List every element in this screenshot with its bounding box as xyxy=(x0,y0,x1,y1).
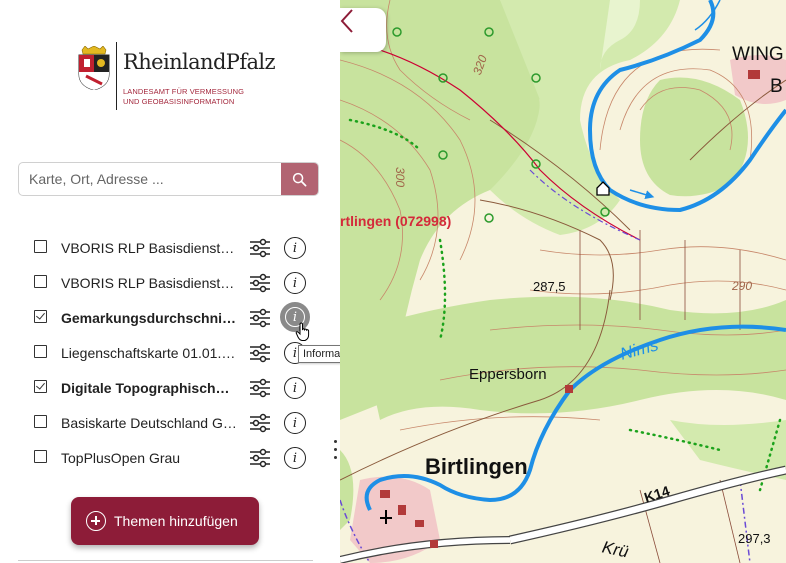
divider xyxy=(18,560,313,561)
search-icon xyxy=(292,172,307,186)
map-view[interactable]: rtlingen (072998) Birtlingen Eppersborn … xyxy=(340,0,786,563)
layer-settings-icon[interactable] xyxy=(248,236,272,260)
layer-label[interactable]: Basiskarte Deutschland G… xyxy=(61,415,237,431)
info-tooltip: Informationen zum Datensatz anzeigen xyxy=(298,345,340,363)
hand-cursor-icon xyxy=(295,322,310,341)
sidebar-resize-handle[interactable] xyxy=(334,440,338,466)
chevron-left-icon xyxy=(340,9,353,33)
add-themes-label: Themen hinzufügen xyxy=(114,513,238,529)
map-label-town: Birtlingen xyxy=(425,454,528,479)
layer-item: TopPlusOpen Grau i xyxy=(0,441,340,476)
layer-checkbox[interactable] xyxy=(34,275,47,288)
rlp-logo: RheinlandPfalz LANDESAMT FÜR VERMESSUNG … xyxy=(76,42,276,112)
layer-info-icon[interactable]: i xyxy=(284,237,306,259)
layer-item: VBORIS RLP Basisdienst 2… i xyxy=(0,266,340,301)
collapse-sidebar-button[interactable] xyxy=(340,8,386,52)
layer-settings-icon[interactable] xyxy=(248,376,272,400)
layer-info-icon[interactable]: i xyxy=(284,377,306,399)
layer-item: VBORIS RLP Basisdienst 2… i xyxy=(0,231,340,266)
brand-subtitle: LANDESAMT FÜR VERMESSUNG UND GEOBASISINF… xyxy=(123,87,245,106)
layer-settings-icon[interactable] xyxy=(248,446,272,470)
map-label-gemarkung: rtlingen (072998) xyxy=(340,213,452,229)
layer-settings-icon[interactable] xyxy=(248,271,272,295)
layer-label[interactable]: Liegenschaftskarte 01.01.… xyxy=(61,345,237,361)
add-themes-button[interactable]: Themen hinzufügen xyxy=(71,497,259,545)
layer-item: Liegenschaftskarte 01.01.… i xyxy=(0,336,340,371)
layer-label[interactable]: TopPlusOpen Grau xyxy=(61,450,237,466)
map-label-wing: WING xyxy=(732,44,784,65)
search-box xyxy=(18,162,319,196)
layer-checkbox[interactable] xyxy=(34,450,47,463)
layer-checkbox[interactable] xyxy=(34,240,47,253)
contour-label: 290 xyxy=(732,279,753,293)
layer-item: Gemarkungsdurchschnitt… i xyxy=(0,301,340,336)
map-label-b-top: B xyxy=(770,76,783,97)
layer-checkbox[interactable] xyxy=(34,310,47,323)
layer-settings-icon[interactable] xyxy=(248,411,272,435)
spot-height: 287,5 xyxy=(533,279,566,294)
sidebar: RheinlandPfalz LANDESAMT FÜR VERMESSUNG … xyxy=(0,0,340,563)
layer-checkbox[interactable] xyxy=(34,345,47,358)
contour-label: 300 xyxy=(393,166,408,188)
brand-name: RheinlandPfalz xyxy=(123,50,276,74)
search-input[interactable] xyxy=(19,163,281,195)
layer-settings-icon[interactable] xyxy=(248,341,272,365)
layer-label[interactable]: VBORIS RLP Basisdienst 2… xyxy=(61,240,237,256)
map-label-eppersborn: Eppersborn xyxy=(469,366,547,383)
add-circle-icon xyxy=(86,511,106,531)
forest-area xyxy=(360,296,786,420)
coat-of-arms-icon xyxy=(78,46,110,90)
boundary-line xyxy=(739,479,751,563)
map-label-b-right: B xyxy=(776,0,777,1)
layer-label[interactable]: Digitale Topographische … xyxy=(61,380,237,396)
layer-checkbox[interactable] xyxy=(34,415,47,428)
layer-info-icon[interactable]: i xyxy=(284,412,306,434)
layer-label[interactable]: Gemarkungsdurchschnitt… xyxy=(61,310,237,326)
layer-label[interactable]: VBORIS RLP Basisdienst 2… xyxy=(61,275,237,291)
layer-item: Digitale Topographische … i xyxy=(0,371,340,406)
layer-item: Basiskarte Deutschland G… i xyxy=(0,406,340,441)
spot-height: 297,3 xyxy=(738,531,771,546)
layer-info-icon[interactable]: i xyxy=(284,447,306,469)
layer-checkbox[interactable] xyxy=(34,380,47,393)
layer-settings-icon[interactable] xyxy=(248,306,272,330)
stream xyxy=(694,0,721,31)
layer-info-icon[interactable]: i xyxy=(284,272,306,294)
search-button[interactable] xyxy=(281,163,318,195)
